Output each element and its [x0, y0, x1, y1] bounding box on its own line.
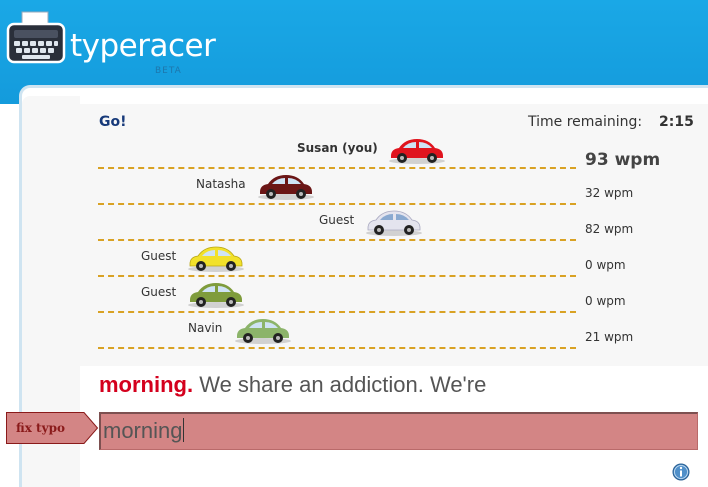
time-remaining-value: 2:15 [659, 114, 694, 130]
racer-car-icon [258, 175, 314, 200]
racer-car-icon [235, 319, 291, 344]
brand-name[interactable]: typeracer [70, 28, 216, 64]
beta-badge: BETA [155, 66, 182, 76]
racer-wpm: 0 wpm [585, 258, 626, 272]
racer-name: Guest [141, 285, 177, 299]
passage-remaining-text: We share an addiction. We're [193, 372, 487, 397]
typewriter-logo-icon [6, 11, 66, 64]
racer-wpm: 93 wpm [585, 150, 661, 170]
passage-typed-word: morning. [99, 372, 194, 397]
race-status: Go! [99, 114, 127, 130]
racer-name: Natasha [196, 177, 246, 191]
time-remaining-label: Time remaining: [528, 114, 643, 130]
racer-wpm: 82 wpm [585, 222, 634, 236]
racer-wpm: 32 wpm [585, 186, 634, 200]
racer-wpm: 21 wpm [585, 330, 634, 344]
race-track-line [98, 167, 576, 169]
race-track-line [98, 203, 576, 205]
typing-input[interactable]: morning [99, 412, 698, 450]
race-track-line [98, 311, 576, 313]
racer-name: Susan (you) [297, 141, 378, 155]
racer-wpm: 0 wpm [585, 294, 626, 308]
race-track-line [98, 347, 576, 349]
typing-input-value: morning [103, 418, 183, 443]
race-track-line [98, 239, 576, 241]
text-caret [183, 418, 185, 442]
fix-typo-arrow-label [6, 412, 99, 444]
race-track-line [98, 275, 576, 277]
racer-car-icon [366, 210, 422, 236]
racer-name: Navin [188, 321, 223, 335]
info-icon[interactable] [672, 463, 690, 481]
racer-car-icon [188, 246, 244, 272]
racer-name: Guest [141, 249, 177, 263]
race-passage-text: morning. We share an addiction. We're [99, 372, 486, 398]
racer-car-icon [188, 283, 244, 308]
racer-car-icon [389, 139, 445, 164]
racer-name: Guest [319, 213, 355, 227]
